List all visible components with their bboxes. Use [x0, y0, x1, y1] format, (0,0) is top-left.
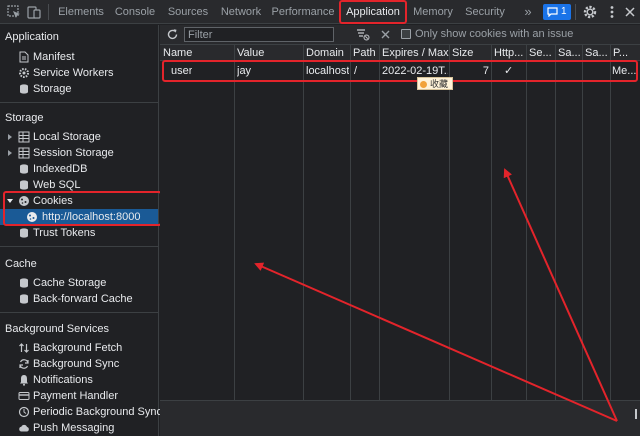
- column-header-name[interactable]: Name: [160, 45, 234, 61]
- inspect-element-icon[interactable]: [6, 4, 22, 20]
- annotation-highlight-application-tab: [339, 0, 407, 24]
- column-divider: [526, 45, 527, 420]
- delete-all-cookies-icon[interactable]: [380, 29, 391, 40]
- tab-security[interactable]: Security: [462, 0, 508, 24]
- database-icon: [20, 164, 28, 174]
- bell-icon: [20, 375, 28, 386]
- section-title-background-services: Background Services: [5, 323, 109, 335]
- document-icon: [19, 51, 29, 63]
- devtools-tab-bar: Elements Console Sources Network Perform…: [0, 0, 640, 24]
- only-issue-checkbox[interactable]: [401, 29, 411, 39]
- column-header-priority[interactable]: P...: [610, 45, 640, 61]
- column-divider: [582, 45, 583, 420]
- database-icon: [20, 180, 28, 190]
- close-devtools-icon[interactable]: [622, 4, 638, 20]
- column-header-samesite[interactable]: Sa...: [555, 45, 582, 61]
- column-divider: [234, 45, 235, 420]
- cookies-panel: Only show cookies with an issue Name Val…: [160, 25, 640, 436]
- section-title-application: Application: [5, 31, 59, 43]
- column-divider: [610, 45, 611, 420]
- refresh-icon[interactable]: [166, 28, 179, 41]
- column-header-value[interactable]: Value: [234, 45, 303, 61]
- column-header-expires[interactable]: Expires / Max...: [379, 45, 449, 61]
- issues-count: 1: [561, 6, 567, 17]
- bookmark-tooltip: 收藏: [417, 77, 454, 90]
- column-divider: [449, 45, 450, 420]
- section-divider: [0, 246, 159, 247]
- issues-badge[interactable]: 1: [543, 4, 571, 20]
- sync-icon: [19, 359, 29, 369]
- database-icon: [20, 278, 28, 288]
- tab-sources[interactable]: Sources: [162, 0, 214, 24]
- card-icon: [18, 392, 30, 400]
- column-divider: [350, 45, 351, 420]
- annotation-highlight-cookie-row: [162, 60, 638, 82]
- settings-gear-icon[interactable]: [582, 4, 598, 20]
- column-header-size[interactable]: Size: [449, 45, 491, 61]
- panel-resize-handle[interactable]: [635, 409, 637, 419]
- clock-icon: [18, 406, 30, 418]
- column-divider: [491, 45, 492, 420]
- application-sidebar: Application Manifest Service Workers Sto…: [0, 25, 162, 436]
- expand-arrow-icon[interactable]: [8, 150, 12, 156]
- section-divider: [0, 312, 159, 313]
- column-header-path[interactable]: Path: [350, 45, 379, 61]
- clear-filtered-cookies-icon[interactable]: [356, 28, 370, 41]
- cookies-filter-bar: Only show cookies with an issue: [160, 25, 640, 45]
- only-issue-label: Only show cookies with an issue: [415, 28, 574, 40]
- tab-elements[interactable]: Elements: [52, 0, 110, 24]
- cookies-table: Name Value Domain Path Expires / Max... …: [160, 45, 640, 420]
- tab-performance[interactable]: Performance: [270, 0, 336, 24]
- column-header-secure[interactable]: Se...: [526, 45, 555, 61]
- column-divider: [303, 45, 304, 420]
- column-header-domain[interactable]: Domain: [303, 45, 350, 61]
- updown-arrows-icon: [19, 343, 29, 353]
- tab-console[interactable]: Console: [110, 0, 160, 24]
- gear-icon: [19, 68, 29, 78]
- database-icon: [20, 84, 28, 94]
- section-title-cache: Cache: [5, 258, 37, 270]
- expand-arrow-icon[interactable]: [8, 134, 12, 140]
- grid-icon: [18, 131, 30, 143]
- column-divider: [555, 45, 556, 420]
- column-header-sameparty[interactable]: Sa...: [582, 45, 610, 61]
- database-icon: [20, 294, 28, 304]
- tab-network[interactable]: Network: [216, 0, 266, 24]
- annotation-highlight-cookies: [3, 191, 162, 226]
- section-divider: [0, 102, 159, 103]
- bookmark-icon: [420, 81, 427, 88]
- cookie-preview-panel: [160, 400, 640, 436]
- section-title-storage: Storage: [5, 112, 44, 124]
- message-icon: [547, 7, 558, 17]
- database-icon: [20, 228, 28, 238]
- cloud-icon: [19, 424, 29, 432]
- column-header-httponly[interactable]: Http...: [491, 45, 526, 61]
- column-divider: [379, 45, 380, 420]
- toolbar-separator: [575, 4, 576, 20]
- toolbar-separator: [48, 4, 49, 20]
- grid-icon: [18, 147, 30, 159]
- more-tabs-button[interactable]: »: [520, 0, 536, 24]
- tab-memory[interactable]: Memory: [410, 0, 456, 24]
- kebab-menu-icon[interactable]: [604, 4, 620, 20]
- device-toolbar-icon[interactable]: [26, 4, 42, 20]
- cookies-filter-input[interactable]: [184, 27, 334, 42]
